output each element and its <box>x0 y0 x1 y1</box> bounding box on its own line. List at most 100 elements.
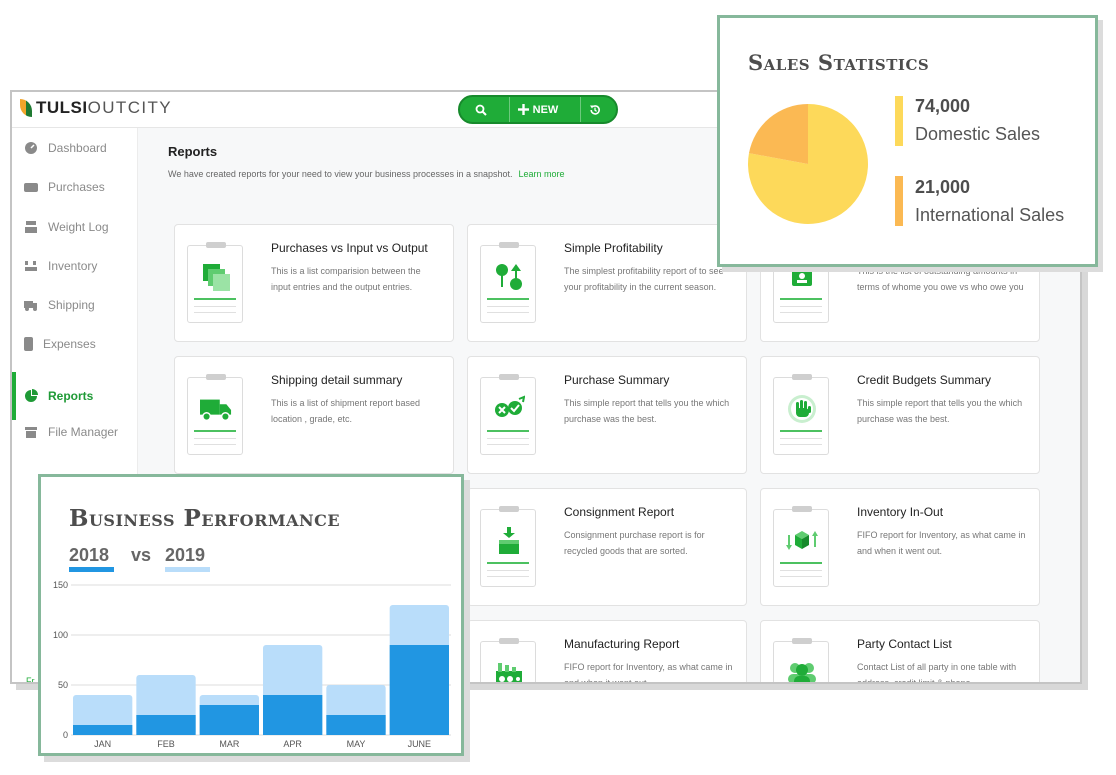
card-description: This is a list comparision between the i… <box>271 266 421 292</box>
sidebar-item-weight-log[interactable]: Weight Log <box>12 213 138 241</box>
y-tick-label: 50 <box>58 680 68 690</box>
new-button[interactable]: NEW <box>508 97 567 122</box>
report-card[interactable]: Credit Budgets Summary This simple repor… <box>760 356 1040 474</box>
sales-title: Sales Statistics <box>748 50 930 75</box>
report-card[interactable]: Purchases vs Input vs Output This is a l… <box>174 224 454 342</box>
people-icon <box>786 658 818 682</box>
clip-line <box>194 444 236 445</box>
clip-line <box>194 306 236 307</box>
business-performance-panel: Business Performance 2018 vs 2019 0 50 100… <box>38 474 464 756</box>
purchases-icon <box>24 182 38 192</box>
sidebar-item-inventory[interactable]: Inventory <box>12 252 138 280</box>
report-card[interactable]: Inventory In-Out FIFO report for Invento… <box>760 488 1040 606</box>
card-title: Credit Budgets Summary <box>857 373 992 387</box>
clipboard-icon <box>773 506 829 587</box>
x-tick-label: JUNE <box>408 739 432 749</box>
sidebar-item-label: Purchases <box>48 180 105 194</box>
search-icon <box>475 104 487 116</box>
sidebar-item-label: Reports <box>48 389 94 403</box>
sidebar-item-label: Dashboard <box>48 141 107 155</box>
search-button[interactable] <box>467 97 495 122</box>
sales-pie-chart <box>748 104 868 224</box>
report-card[interactable]: Shipping detail summary This is a list o… <box>174 356 454 474</box>
logo-light-text: OUTCITY <box>87 98 173 117</box>
truck-icon <box>200 394 232 424</box>
sales-statistics-panel: Sales Statistics 74,000 Domestic Sales 2… <box>717 15 1098 267</box>
learn-more-link[interactable]: Learn more <box>519 169 565 179</box>
report-card[interactable]: Simple Profitability The simplest profit… <box>467 224 747 342</box>
year-2019-label: 2019 <box>165 545 206 565</box>
x-tick-label: MAY <box>347 739 366 749</box>
card-description: This is a list of shipment report based … <box>271 398 421 424</box>
sidebar-item-label: Shipping <box>48 298 95 312</box>
legend-swatch-international <box>895 176 903 226</box>
logo-bold-text: TULSI <box>36 98 88 117</box>
year-2018-swatch <box>69 567 114 572</box>
logo[interactable]: TULSI OUTCITY <box>20 98 172 118</box>
clip-line <box>194 298 236 300</box>
y-tick-label: 150 <box>53 580 68 590</box>
sidebar-item-expenses[interactable]: Expenses <box>12 330 138 358</box>
legend-value-international: 21,000 <box>915 177 971 197</box>
factory-icon <box>493 658 525 682</box>
clip-line <box>780 562 822 564</box>
x-tick-label: APR <box>283 739 302 749</box>
truck-icon <box>24 298 38 312</box>
receipt-icon <box>24 337 33 351</box>
card-description: This simple report that tells you the wh… <box>857 398 1023 424</box>
report-card[interactable]: Consignment Report Consignment purchase … <box>467 488 747 606</box>
card-description: Contact List of all party in one table w… <box>857 662 1017 684</box>
clip-line <box>194 312 236 313</box>
check-cross-icon <box>493 394 525 424</box>
history-button[interactable] <box>580 97 609 122</box>
vs-label: vs <box>131 545 152 565</box>
sidebar-item-purchases[interactable]: Purchases <box>12 173 138 201</box>
clipboard-icon <box>480 506 536 587</box>
sidebar-item-label: Weight Log <box>48 220 109 234</box>
copy-icon <box>200 262 232 292</box>
sidebar-item-dashboard[interactable]: Dashboard <box>12 134 138 162</box>
clipboard-icon <box>773 374 829 455</box>
card-description: FIFO report for Inventory, as what came … <box>857 530 1026 556</box>
card-title: Shipping detail summary <box>271 373 403 387</box>
card-description: Consignment purchase report is for recyc… <box>564 530 705 556</box>
legend-swatch-domestic <box>895 96 903 146</box>
archive-icon <box>24 425 38 439</box>
bar-2018 <box>326 715 386 735</box>
card-title: Consignment Report <box>564 505 675 519</box>
card-description: This is the list of outstanding amounts … <box>857 266 1024 292</box>
sidebar-item-reports[interactable]: Reports <box>12 372 138 420</box>
new-button-label: NEW <box>532 103 559 116</box>
pie-icon <box>24 389 38 403</box>
bar-2018 <box>199 705 259 735</box>
card-title: Inventory In-Out <box>857 505 944 519</box>
clipboard-icon <box>187 374 243 455</box>
bar-2018 <box>136 715 196 735</box>
clip-line <box>487 444 529 445</box>
report-card[interactable]: Purchase Summary This simple report that… <box>467 356 747 474</box>
clip-line <box>487 312 529 313</box>
sidebar-item-shipping[interactable]: Shipping <box>12 291 138 319</box>
clip-line <box>487 438 529 439</box>
x-tick-label: FEB <box>157 739 175 749</box>
x-tick-label: MAR <box>219 739 240 749</box>
report-card[interactable]: Manufacturing Report FIFO report for Inv… <box>467 620 747 682</box>
clip-line <box>487 576 529 577</box>
clip-line <box>780 298 822 300</box>
clipboard-icon <box>773 638 829 682</box>
gauge-icon <box>24 141 38 155</box>
sidebar-footer-text: Fr <box>26 676 35 684</box>
clipboard-icon <box>480 638 536 682</box>
bar-2018 <box>73 725 133 735</box>
card-title: Purchase Summary <box>564 373 670 387</box>
weight-icon <box>24 220 38 234</box>
business-title: Business Performance <box>69 505 341 532</box>
sidebar-item-file-manager[interactable]: File Manager <box>12 418 138 446</box>
action-pill: NEW <box>458 95 618 124</box>
leaf-logo-icon <box>20 99 32 117</box>
report-card[interactable]: Party Contact List Contact List of all p… <box>760 620 1040 684</box>
y-tick-label: 100 <box>53 630 68 640</box>
clip-line <box>487 430 529 432</box>
x-tick-label: JAN <box>94 739 111 749</box>
clip-line <box>194 430 236 432</box>
